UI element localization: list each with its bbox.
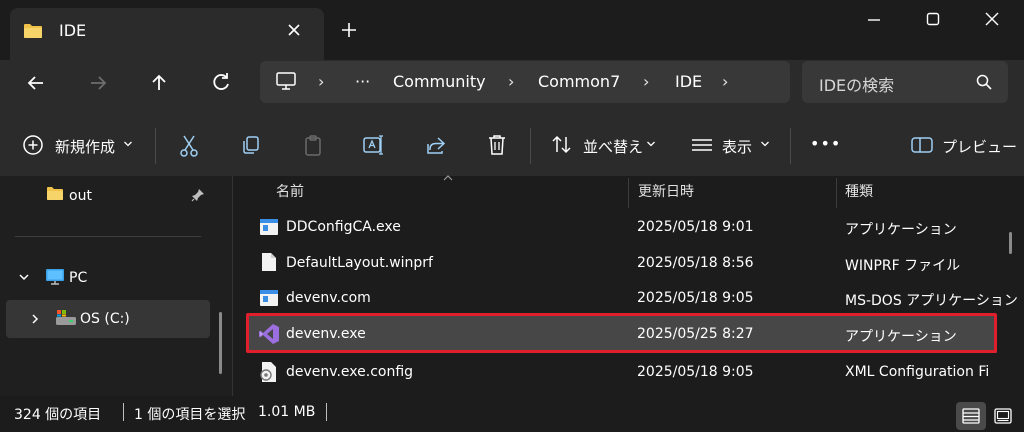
up-arrow-icon[interactable] [145,69,173,97]
view-button[interactable]: 表示 [722,136,752,157]
chevron-down-icon[interactable] [760,139,770,149]
sort-indicator-icon [442,174,454,182]
trash-icon[interactable] [486,133,508,157]
sort-button[interactable]: 並べ替え [583,136,643,157]
nav-item-out[interactable]: out [69,188,92,204]
rename-icon[interactable] [362,133,386,157]
chevron-down-icon[interactable] [646,139,656,149]
command-separator [530,128,531,164]
back-arrow-icon[interactable] [22,69,50,97]
navigation-pane [0,176,232,396]
file-date: 2025/05/18 9:05 [637,290,754,306]
breadcrumb-separator[interactable]: › [643,72,649,91]
nav-scrollbar[interactable] [219,312,222,374]
chevron-down-icon[interactable] [123,139,133,149]
search-icon[interactable] [975,73,993,91]
copy-icon[interactable] [240,134,262,156]
share-icon[interactable] [425,134,447,156]
file-name[interactable]: devenv.exe.config [286,364,413,380]
address-bar[interactable] [260,61,790,103]
more-options-button[interactable]: ••• [810,134,841,153]
folder-icon [46,186,64,201]
refresh-icon[interactable] [207,69,235,97]
table-row[interactable]: devenv.exe.config 2025/05/18 9:05 XML Co… [246,356,1000,396]
command-separator [790,128,791,164]
column-header-date[interactable]: 更新日時 [638,181,694,201]
add-circle-icon[interactable] [22,134,44,156]
column-separator[interactable] [628,178,629,208]
file-date: 2025/05/18 9:01 [637,219,754,235]
column-header-name[interactable]: 名前 [276,181,304,201]
file-type: MS-DOS アプリケーション [845,293,1018,309]
folder-icon [23,23,43,39]
close-window-icon[interactable] [981,8,1003,30]
forward-arrow-icon[interactable] [84,69,112,97]
selection-size: 1.01 MB [258,404,316,420]
nav-item-pc[interactable]: PC [69,270,87,286]
monitor-icon[interactable] [275,70,297,92]
file-name[interactable]: DDConfigCA.exe [286,219,401,235]
chevron-down-icon[interactable] [17,270,31,284]
pin-icon[interactable] [191,188,205,202]
breadcrumb-separator[interactable]: › [318,72,324,91]
drive-icon [55,309,77,327]
document-icon [261,252,277,272]
breadcrumb-community[interactable]: Community [393,72,486,91]
sort-arrows-icon[interactable] [550,134,574,156]
new-button[interactable]: 新規作成 [55,136,115,157]
column-separator[interactable] [836,178,837,208]
preview-button[interactable]: プレビュー [942,136,1017,157]
nav-item-os-c[interactable]: OS (C:) [80,311,130,327]
breadcrumb-separator[interactable]: › [722,72,728,91]
file-name[interactable]: devenv.com [286,290,371,306]
highlight-annotation [246,313,997,353]
tab-ide[interactable] [10,8,324,60]
breadcrumb-ide[interactable]: IDE [675,72,702,91]
command-bar [0,112,1024,177]
paste-icon[interactable] [302,134,324,158]
cut-icon[interactable] [178,134,200,158]
search-placeholder[interactable]: IDEの検索 [819,72,894,96]
nav-divider [15,236,201,237]
file-date: 2025/05/18 8:56 [637,255,754,271]
breadcrumb-more[interactable]: ··· [355,72,370,91]
selection-count: 1 個の項目を選択 [134,407,246,423]
tab-title: IDE [59,21,87,40]
maximize-icon[interactable] [922,8,944,30]
pc-icon [45,268,65,286]
item-count: 324 個の項目 [14,407,102,423]
app-window-icon [259,289,279,307]
close-tab-icon[interactable] [283,19,305,41]
details-view-button[interactable] [956,402,986,430]
list-scrollbar[interactable] [1009,232,1012,254]
status-separator [123,403,124,421]
file-type: WINPRF ファイル [845,258,961,274]
file-name[interactable]: DefaultLayout.winprf [286,255,433,271]
column-header-type[interactable]: 種類 [845,181,873,201]
config-file-icon [259,361,279,383]
large-icons-view-button[interactable] [990,402,1016,430]
preview-pane-icon[interactable] [910,136,934,154]
command-separator [155,128,156,164]
file-type: アプリケーション [845,222,957,238]
file-date: 2025/05/18 9:05 [637,364,754,380]
file-type: XML Configuration Fi [845,364,990,380]
app-window-icon [259,218,279,236]
breadcrumb-separator[interactable]: › [508,72,514,91]
minimize-icon[interactable] [862,10,886,30]
new-tab-icon[interactable] [338,19,360,41]
breadcrumb-common7[interactable]: Common7 [538,72,620,91]
list-view-icon[interactable] [690,136,714,154]
status-separator [326,403,327,421]
chevron-right-icon[interactable] [28,312,42,326]
